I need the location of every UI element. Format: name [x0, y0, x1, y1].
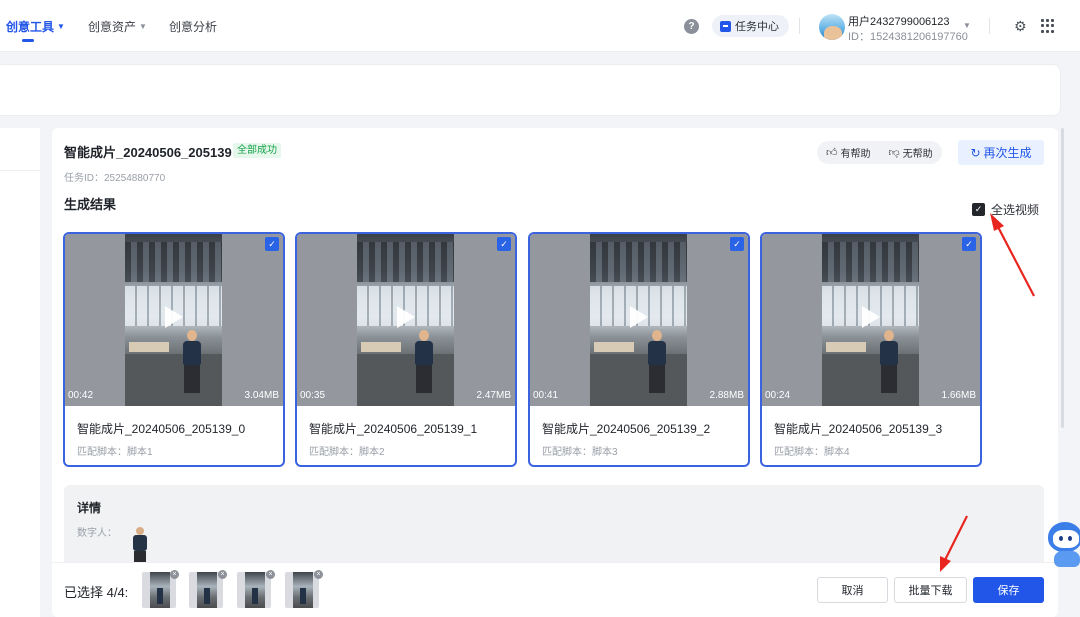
- video-file-size: 2.88MB: [709, 390, 744, 401]
- presenter-figure: [413, 330, 435, 396]
- details-title: 详情: [77, 501, 102, 515]
- remove-icon[interactable]: ×: [266, 570, 275, 579]
- video-thumbnail[interactable]: ✓ 00:35 2.47MB: [297, 234, 515, 406]
- secondary-toolbar: [0, 64, 1061, 116]
- thumbs-up-icon: 👍︎: [826, 147, 838, 159]
- not-helpful-label: 无帮助: [902, 149, 933, 160]
- video-name: 智能成片_20240506_205139_1: [309, 422, 478, 436]
- video-name: 智能成片_20240506_205139_0: [77, 422, 246, 436]
- play-icon[interactable]: [397, 306, 415, 328]
- avatar[interactable]: [819, 14, 845, 40]
- nav-label: 创意资产: [88, 20, 137, 34]
- chevron-down-icon[interactable]: ▼: [963, 21, 971, 30]
- task-id: 任务ID：25254880770: [64, 173, 166, 184]
- video-script: 匹配脚本：脚本4: [774, 447, 850, 458]
- video-checkbox[interactable]: ✓: [265, 237, 279, 251]
- video-file-size: 1.66MB: [941, 390, 976, 401]
- video-script: 匹配脚本：脚本3: [542, 447, 618, 458]
- apps-grid-icon[interactable]: [1041, 19, 1055, 33]
- video-file-size: 3.04MB: [244, 390, 279, 401]
- batch-download-button[interactable]: 批量下载: [894, 577, 967, 603]
- play-icon[interactable]: [862, 306, 880, 328]
- video-checkbox[interactable]: ✓: [730, 237, 744, 251]
- helpful-label: 有帮助: [840, 149, 871, 160]
- presenter-figure: [646, 330, 668, 396]
- remove-icon[interactable]: ×: [314, 570, 323, 579]
- chevron-down-icon: ▼: [139, 22, 147, 31]
- selected-video-thumbnail[interactable]: [285, 572, 319, 608]
- video-duration: 00:35: [300, 390, 326, 401]
- selected-video-thumbnail[interactable]: [189, 572, 223, 608]
- presenter-figure: [181, 330, 203, 396]
- video-name: 智能成片_20240506_205139_3: [774, 422, 943, 436]
- video-duration: 00:42: [68, 390, 94, 401]
- play-icon[interactable]: [630, 306, 648, 328]
- video-card[interactable]: ✓ 00:42 3.04MB 智能成片_20240506_205139_0 匹配…: [63, 232, 285, 467]
- regenerate-label: 再次生成: [983, 146, 1032, 160]
- nav-creative-tools[interactable]: 创意工具 ▼: [6, 18, 65, 35]
- video-checkbox[interactable]: ✓: [962, 237, 976, 251]
- task-title: 智能成片_20240506_205139: [64, 145, 232, 160]
- video-card[interactable]: ✓ 00:24 1.66MB 智能成片_20240506_205139_3 匹配…: [760, 232, 982, 467]
- selected-count-label: 已选择 4/4:: [64, 585, 129, 600]
- task-center-label: 任务中心: [735, 21, 779, 33]
- regenerate-button[interactable]: ↻ 再次生成: [958, 140, 1044, 165]
- nav-label: 创意分析: [169, 20, 218, 34]
- cancel-button[interactable]: 取消: [817, 577, 888, 603]
- select-all-label: 全选视频: [991, 203, 1040, 217]
- remove-icon[interactable]: ×: [218, 570, 227, 579]
- divider: [799, 18, 800, 34]
- chevron-down-icon: ▼: [57, 22, 65, 31]
- video-script: 匹配脚本：脚本1: [77, 447, 153, 458]
- results-section-title: 生成结果: [64, 197, 117, 212]
- nav-creative-analysis[interactable]: 创意分析: [169, 18, 217, 35]
- select-all-checkbox[interactable]: ✓ 全选视频: [972, 201, 1039, 218]
- task-result-card: 智能成片_20240506_205139 全部成功 任务ID：252548807…: [52, 128, 1058, 617]
- video-name: 智能成片_20240506_205139_2: [542, 422, 711, 436]
- thumbs-down-icon: 👎︎: [888, 147, 900, 159]
- refresh-icon: ↻: [970, 145, 981, 160]
- nav-label: 创意工具: [6, 20, 55, 34]
- play-icon[interactable]: [165, 306, 183, 328]
- not-helpful-button[interactable]: 👎︎ 无帮助: [880, 141, 942, 164]
- selected-video-thumbnail[interactable]: [237, 572, 271, 608]
- question-circle-icon[interactable]: ?: [684, 19, 699, 34]
- assistant-mascot-icon[interactable]: [1046, 518, 1080, 570]
- settings-icon[interactable]: ⚙: [1014, 19, 1028, 33]
- feedback-group: 👍︎ 有帮助 👎︎ 无帮助: [817, 141, 942, 164]
- selection-footer: 已选择 4/4: × × × × 取消 批量下载 保存: [52, 562, 1058, 617]
- video-duration: 00:24: [765, 390, 791, 401]
- presenter-figure: [878, 330, 900, 396]
- video-duration: 00:41: [533, 390, 559, 401]
- status-badge: 全部成功: [233, 143, 281, 158]
- scrollbar[interactable]: [1061, 128, 1064, 428]
- remove-icon[interactable]: ×: [170, 570, 179, 579]
- user-name: 用户2432799006123: [848, 16, 950, 28]
- divider: [989, 18, 990, 34]
- task-center-button[interactable]: 任务中心: [712, 15, 789, 37]
- video-thumbnail[interactable]: ✓ 00:24 1.66MB: [762, 234, 980, 406]
- active-nav-indicator: [22, 39, 34, 42]
- checkbox-checked-icon: ✓: [972, 203, 985, 216]
- user-id: ID：1524381206197760: [848, 31, 968, 43]
- video-file-size: 2.47MB: [476, 390, 511, 401]
- video-card[interactable]: ✓ 00:35 2.47MB 智能成片_20240506_205139_1 匹配…: [295, 232, 517, 467]
- task-list-icon: [720, 20, 731, 32]
- save-button[interactable]: 保存: [973, 577, 1044, 603]
- left-side-panel: [0, 128, 40, 617]
- video-checkbox[interactable]: ✓: [497, 237, 511, 251]
- video-script: 匹配脚本：脚本2: [309, 447, 385, 458]
- nav-creative-assets[interactable]: 创意资产 ▼: [88, 18, 147, 35]
- top-navigation-bar: 创意工具 ▼ 创意资产 ▼ 创意分析 ? 任务中心 用户2432799006123 …: [0, 0, 1080, 52]
- video-card[interactable]: ✓ 00:41 2.88MB 智能成片_20240506_205139_2 匹配…: [528, 232, 750, 467]
- helpful-button[interactable]: 👍︎ 有帮助: [817, 141, 880, 164]
- digital-human-label: 数字人：: [77, 528, 117, 539]
- video-thumbnail[interactable]: ✓ 00:41 2.88MB: [530, 234, 748, 406]
- digital-human-thumbnail[interactable]: [131, 527, 149, 565]
- video-thumbnail[interactable]: ✓ 00:42 3.04MB: [65, 234, 283, 406]
